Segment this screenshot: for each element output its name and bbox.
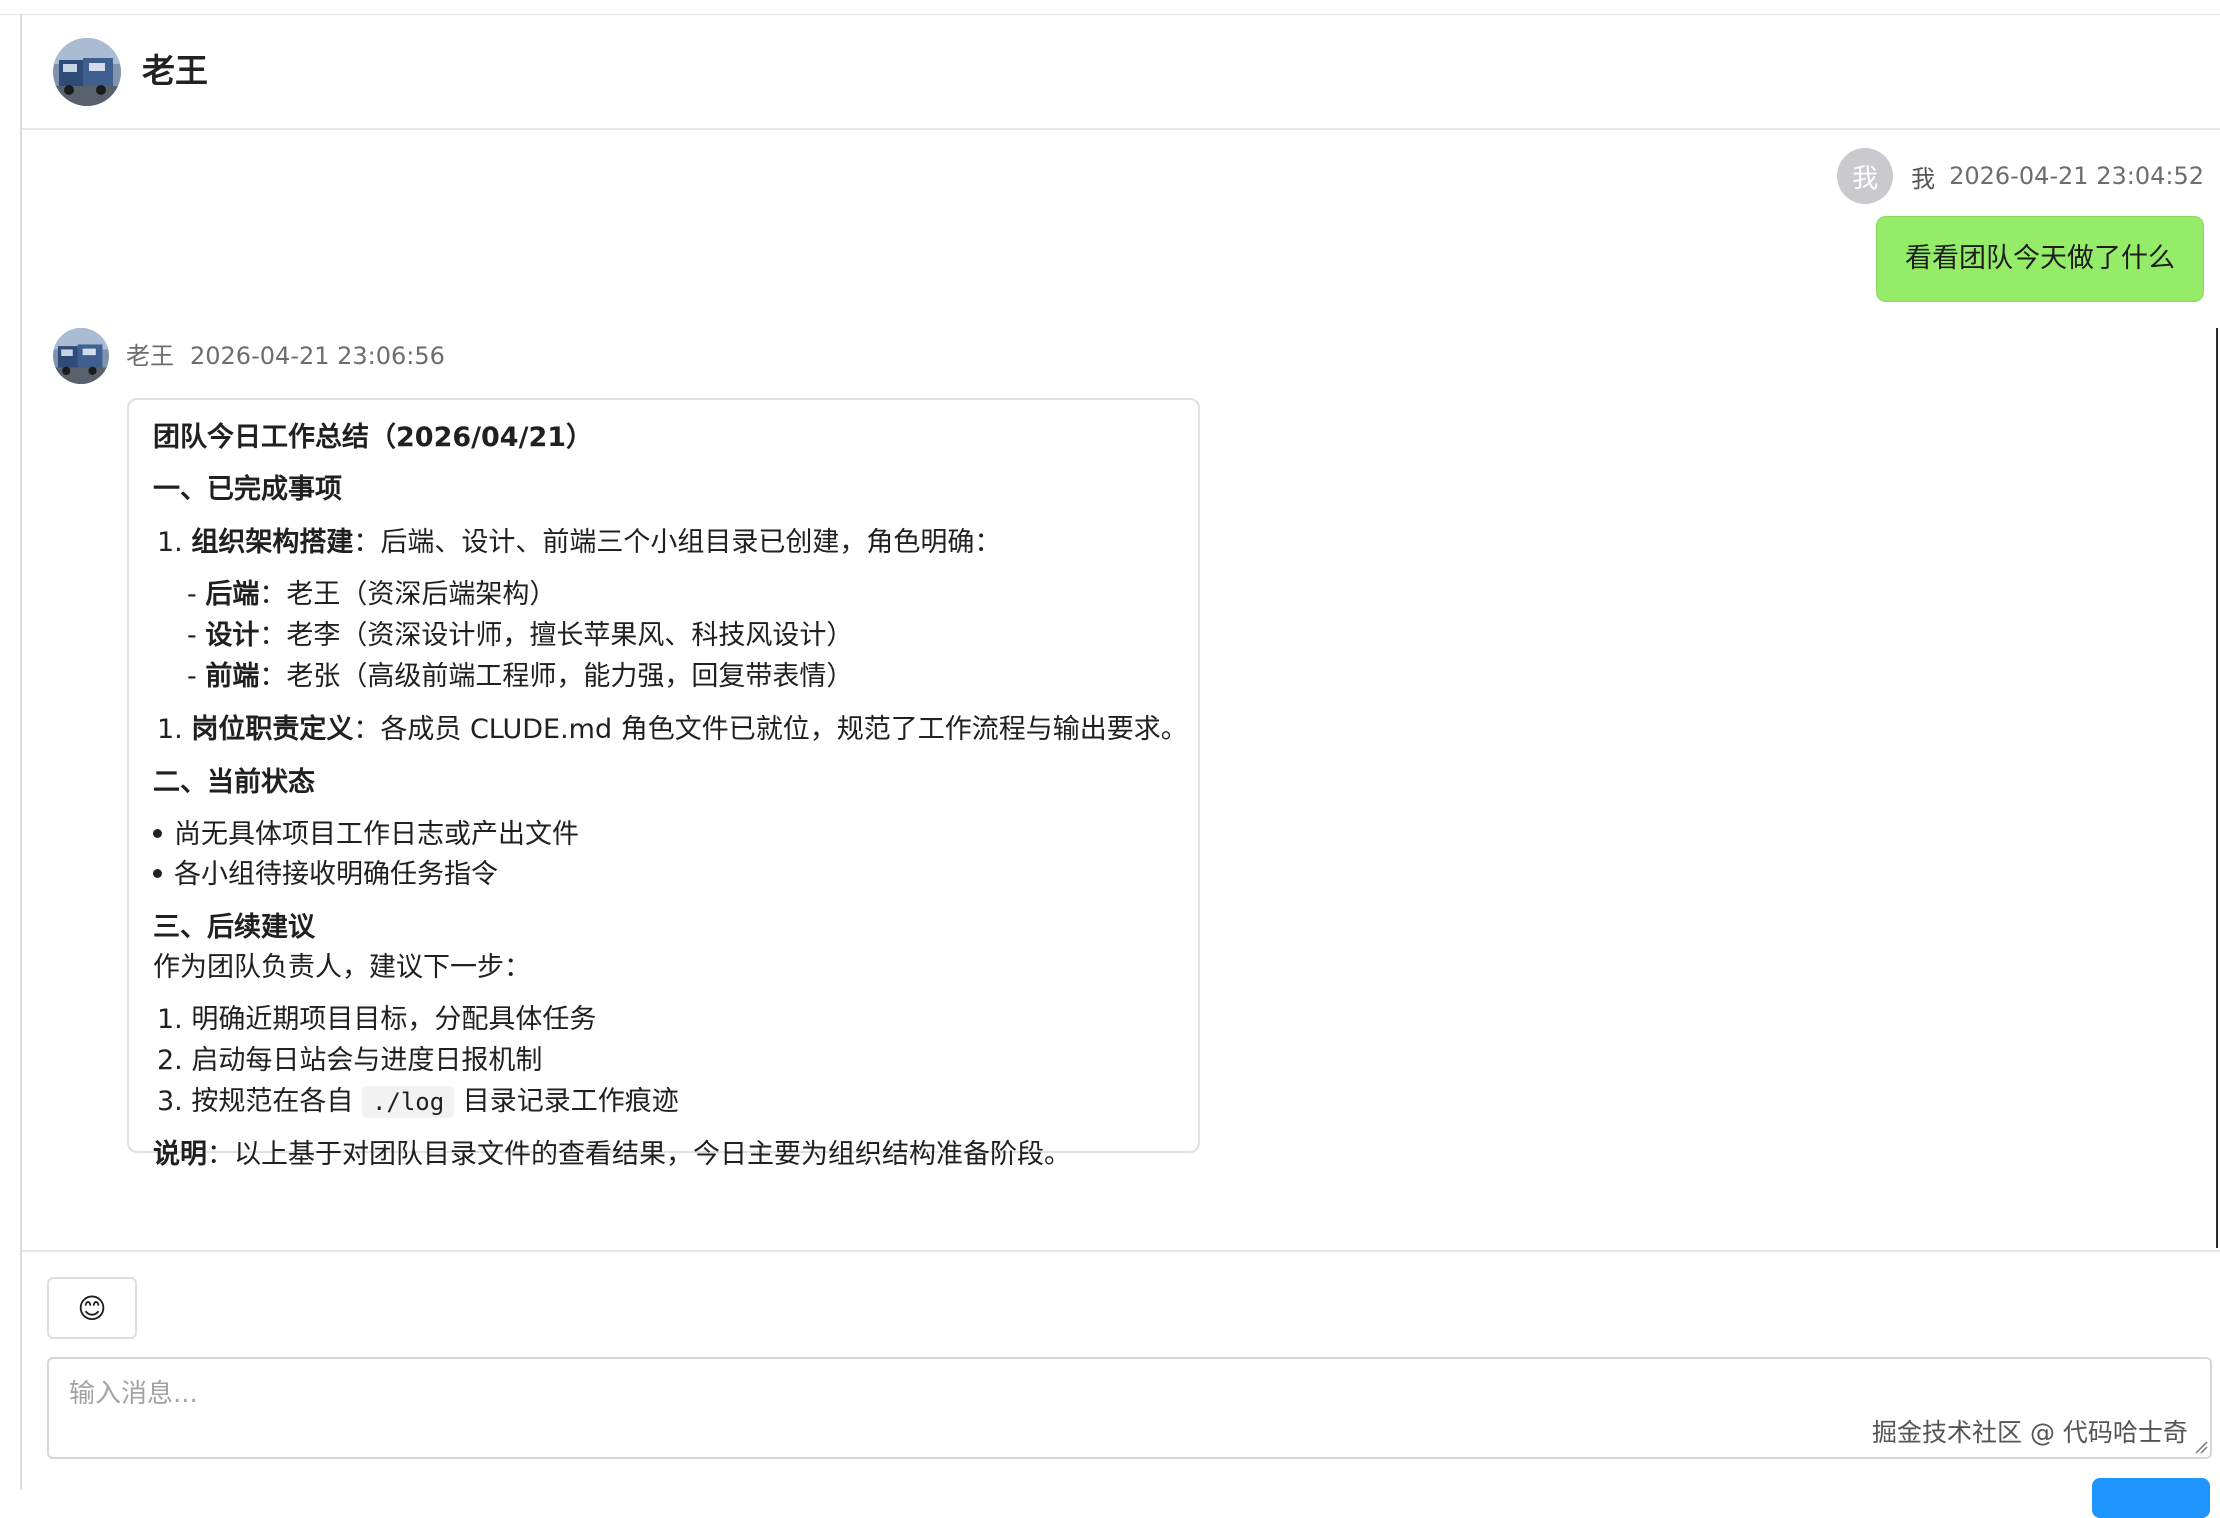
- scrollbar[interactable]: [2216, 328, 2218, 1248]
- list-item: 3. 按规范在各自 ./log 目录记录工作痕迹: [157, 1086, 679, 1118]
- bot-message-bubble: 团队今日工作总结（2026/04/21） 一、已完成事项 1. 组织架构搭建：后…: [127, 398, 1200, 1170]
- composer: 😊 掘金技术社区 @ 代码哈士奇: [22, 1250, 2220, 1518]
- contact-avatar[interactable]: [53, 38, 121, 106]
- left-panel-edge: [0, 15, 22, 1490]
- section-heading-next: 三、后续建议: [153, 912, 315, 943]
- bot-name: 老王: [126, 342, 174, 370]
- emoji-button[interactable]: 😊: [47, 1277, 137, 1339]
- list-item: 1. 组织架构搭建：后端、设计、前端三个小组目录已创建，角色明确：: [157, 527, 1002, 558]
- bot-message-meta: 老王 2026-04-21 23:06:56: [126, 340, 445, 372]
- chat-header: 老王: [22, 15, 2220, 130]
- window-top-edge: [0, 0, 2220, 15]
- bullet-dot-icon: [153, 869, 162, 878]
- truck-photo-icon: [53, 328, 109, 384]
- sub-list-item: - 设计：老李（资深设计师，擅长苹果风、科技风设计）: [187, 620, 854, 651]
- message-list[interactable]: 我 我 2026-04-21 23:04:52 看看团队今天做了什么 老王 20…: [22, 130, 2220, 1250]
- bullet-item: 尚无具体项目工作日志或产出文件: [139, 817, 579, 853]
- my-name: 我: [1911, 164, 1936, 193]
- resize-handle-icon[interactable]: [2194, 1440, 2208, 1454]
- chat-title: 老王: [142, 51, 208, 90]
- my-message-meta: 我 我 2026-04-21 23:04:52: [1837, 148, 2204, 204]
- summary-title: 团队今日工作总结（2026/04/21）: [153, 422, 594, 453]
- sub-list-item: - 后端：老王（资深后端架构）: [187, 579, 557, 610]
- next-steps-intro: 作为团队负责人，建议下一步：: [153, 952, 531, 983]
- my-avatar: 我: [1837, 148, 1894, 204]
- inline-code: ./log: [361, 1086, 455, 1118]
- bullet-dot-icon: [153, 829, 162, 838]
- list-item: 1. 明确近期项目目标，分配具体任务: [157, 1004, 597, 1035]
- send-button[interactable]: [2092, 1478, 2210, 1518]
- list-item: 1. 岗位职责定义：各成员 CLUDE.md 角色文件已就位，规范了工作流程与输…: [157, 714, 1188, 745]
- truck-photo-icon: [53, 38, 121, 106]
- my-message-bubble: 看看团队今天做了什么: [1876, 216, 2204, 302]
- note-line: 说明：以上基于对团队目录文件的查看结果，今日主要为组织结构准备阶段。: [153, 1139, 1071, 1170]
- list-item: 2. 启动每日站会与进度日报机制: [157, 1045, 543, 1076]
- bot-message-time: 2026-04-21 23:06:56: [190, 342, 445, 370]
- section-heading-status: 二、当前状态: [153, 767, 315, 798]
- section-heading-completed: 一、已完成事项: [153, 474, 342, 505]
- my-message-time: 2026-04-21 23:04:52: [1949, 162, 2204, 190]
- bot-avatar[interactable]: [53, 328, 109, 384]
- watermark: 掘金技术社区 @ 代码哈士奇: [1872, 1418, 2188, 1447]
- sub-list-item: - 前端：老张（高级前端工程师，能力强，回复带表情）: [187, 661, 854, 692]
- bullet-item: 各小组待接收明确任务指令: [139, 857, 498, 893]
